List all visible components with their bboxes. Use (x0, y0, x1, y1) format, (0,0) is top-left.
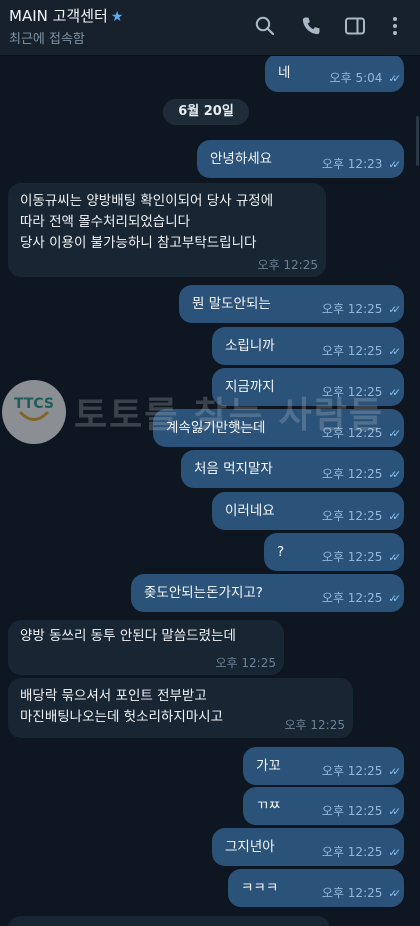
message-bubble-outgoing[interactable]: 가꼬 오후 12:25 ✓✓ (243, 747, 404, 785)
date-separator: 6월 20일 (163, 99, 249, 125)
message-meta: 오후 12:25 ✓✓ (321, 591, 401, 606)
double-check-icon: ✓✓ (388, 469, 400, 481)
message-meta: 오후 12:23 ✓✓ (321, 157, 401, 172)
message-time: 오후 12:25 (321, 302, 383, 316)
message-bubble-outgoing[interactable]: 지금까지 오후 12:25 ✓✓ (212, 368, 404, 406)
search-icon[interactable] (253, 14, 277, 38)
message-line: 배당락 묶으셔서 포인트 전부받고 (20, 688, 207, 704)
double-check-icon: ✓✓ (388, 159, 400, 171)
message-bubble-outgoing[interactable]: 네 오후 5:04 ✓✓ (265, 56, 404, 92)
message-bubble-incoming[interactable] (8, 916, 330, 926)
message-bubble-outgoing[interactable]: 처음 먹지말자 오후 12:25 ✓✓ (181, 450, 404, 488)
message-text: ㅋㅋㅋ (241, 880, 279, 896)
message-meta: 오후 12:25 (258, 259, 318, 272)
message-meta: 오후 12:25 ✓✓ (321, 302, 401, 317)
scrollbar-thumb[interactable] (416, 116, 419, 166)
message-meta: 오후 12:25 ✓✓ (321, 804, 401, 819)
message-bubble-outgoing[interactable]: 소립니까 오후 12:25 ✓✓ (212, 327, 404, 365)
message-text: 그지년아 (225, 839, 275, 855)
message-time: 오후 12:25 (215, 656, 276, 670)
message-time: 오후 12:25 (284, 718, 345, 732)
more-vert-icon[interactable] (383, 14, 407, 38)
message-line: 이동규씨는 양방배팅 확인이되어 당사 규정에 (20, 193, 274, 209)
message-meta: 오후 12:25 ✓✓ (321, 385, 401, 400)
message-text: 계속잃기만햇는데 (166, 420, 266, 436)
message-text: 지금까지 (225, 379, 275, 395)
double-check-icon: ✓✓ (388, 888, 400, 900)
message-bubble-outgoing[interactable]: 안녕하세요 오후 12:23 ✓✓ (197, 140, 404, 178)
message-line: 양방 동쓰리 동투 안된다 말씀드렸는데 (20, 628, 236, 644)
double-check-icon: ✓✓ (388, 346, 400, 358)
message-time: 오후 12:25 (321, 344, 383, 358)
message-meta: 오후 12:25 ✓✓ (321, 344, 401, 359)
message-meta: 오후 12:25 ✓✓ (321, 426, 401, 441)
double-check-icon: ✓✓ (388, 593, 400, 605)
message-meta: 오후 12:25 (285, 719, 345, 732)
message-text: 좆도안되는돈가지고? (144, 585, 263, 601)
message-meta: 오후 12:25 ✓✓ (321, 550, 401, 565)
message-text: 소립니까 (225, 338, 275, 354)
double-check-icon: ✓✓ (388, 511, 400, 523)
chat-header: MAIN 고객센터 ★ 최근에 접속함 (0, 0, 420, 56)
star-icon: ★ (110, 9, 124, 25)
message-line: 당사 이용이 불가능하니 참고부탁드립니다 (20, 235, 257, 251)
message-time: 오후 5:04 (329, 71, 383, 85)
message-text: ㄲㅉ (256, 798, 281, 814)
message-bubble-outgoing[interactable]: ㄲㅉ 오후 12:25 ✓✓ (243, 787, 404, 825)
message-text: 네 (278, 65, 291, 81)
message-time: 오후 12:25 (321, 509, 383, 523)
message-bubble-outgoing[interactable]: 이러네요 오후 12:25 ✓✓ (212, 492, 404, 530)
last-seen-status: 최근에 접속함 (9, 32, 85, 47)
message-bubble-incoming[interactable]: 양방 동쓰리 동투 안된다 말씀드렸는데 오후 12:25 (8, 620, 284, 675)
message-text: ? (277, 544, 285, 560)
double-check-icon: ✓✓ (388, 73, 400, 85)
message-meta: 오후 12:25 ✓✓ (321, 886, 401, 901)
message-text: 가꼬 (256, 758, 281, 774)
double-check-icon: ✓✓ (388, 387, 400, 399)
message-time: 오후 12:25 (321, 845, 383, 859)
message-time: 오후 12:25 (321, 385, 383, 399)
message-time: 오후 12:25 (321, 550, 383, 564)
double-check-icon: ✓✓ (388, 766, 400, 778)
phone-icon[interactable] (299, 14, 323, 38)
message-bubble-outgoing[interactable]: 계속잃기만햇는데 오후 12:25 ✓✓ (153, 409, 404, 447)
double-check-icon: ✓✓ (388, 806, 400, 818)
message-time: 오후 12:25 (321, 426, 383, 440)
message-bubble-outgoing[interactable]: ? 오후 12:25 ✓✓ (264, 533, 404, 571)
message-time: 오후 12:25 (321, 804, 383, 818)
message-meta: 오후 12:25 ✓✓ (321, 509, 401, 524)
message-time: 오후 12:25 (257, 258, 318, 272)
chat-title[interactable]: MAIN 고객센터 ★ (9, 5, 123, 26)
message-time: 오후 12:25 (321, 886, 383, 900)
message-bubble-incoming[interactable]: 배당락 묶으셔서 포인트 전부받고 마진배팅나오는데 헛소리하지마시고 오후 1… (8, 678, 353, 738)
message-meta: 오후 12:25 ✓✓ (321, 845, 401, 860)
chat-title-text: MAIN 고객센터 (9, 7, 108, 25)
message-list[interactable]: 네 오후 5:04 ✓✓ 6월 20일 안녕하세요 오후 12:23 ✓✓ 이동규씨… (0, 56, 420, 926)
message-time: 오후 12:23 (321, 157, 383, 171)
message-meta: 오후 12:25 (216, 657, 276, 670)
message-time: 오후 12:25 (321, 591, 383, 605)
message-time: 오후 12:25 (321, 764, 383, 778)
double-check-icon: ✓✓ (388, 552, 400, 564)
message-meta: 오후 12:25 ✓✓ (321, 764, 401, 779)
message-bubble-outgoing[interactable]: 뭔 말도안되는 오후 12:25 ✓✓ (179, 285, 404, 323)
message-text: 이러네요 (225, 503, 275, 519)
message-meta: 오후 12:25 ✓✓ (321, 467, 401, 482)
message-bubble-outgoing[interactable]: 좆도안되는돈가지고? 오후 12:25 ✓✓ (131, 574, 404, 612)
message-bubble-outgoing[interactable]: 그지년아 오후 12:25 ✓✓ (212, 828, 404, 866)
double-check-icon: ✓✓ (388, 428, 400, 440)
message-meta: 오후 5:04 ✓✓ (329, 71, 401, 86)
message-text: 안녕하세요 (210, 151, 273, 167)
sidebar-toggle-icon[interactable] (343, 14, 367, 38)
double-check-icon: ✓✓ (388, 304, 400, 316)
message-bubble-incoming[interactable]: 이동규씨는 양방배팅 확인이되어 당사 규정에 따라 전액 몰수처리되었습니다 … (8, 183, 326, 277)
message-text: 처음 먹지말자 (194, 461, 273, 477)
message-text: 뭔 말도안되는 (192, 296, 271, 312)
double-check-icon: ✓✓ (388, 847, 400, 859)
message-line: 따라 전액 몰수처리되었습니다 (20, 214, 191, 230)
message-time: 오후 12:25 (321, 467, 383, 481)
message-bubble-outgoing[interactable]: ㅋㅋㅋ 오후 12:25 ✓✓ (228, 869, 404, 907)
